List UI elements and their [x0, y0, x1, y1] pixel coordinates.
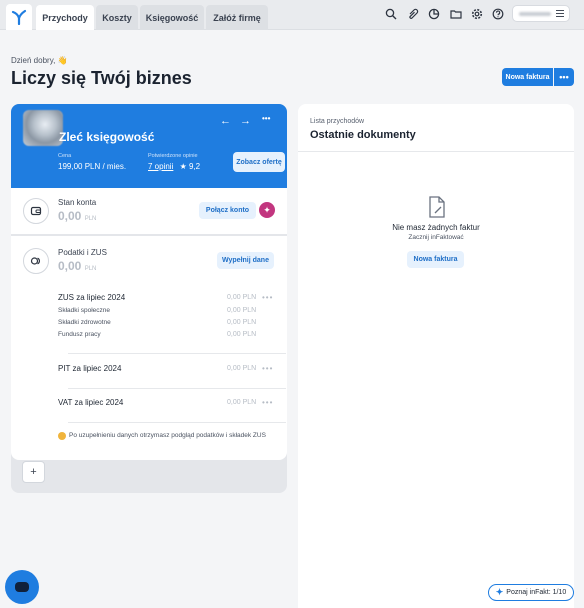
zus-item-health: Składki zdrowotne	[58, 319, 111, 326]
fill-data-button[interactable]: Wypełnij dane	[217, 252, 274, 269]
opinions-link[interactable]: 7 opinii	[148, 162, 173, 171]
accounting-promo-card: Zleć księgowość ← → ••• Cena 199,00 PLN …	[11, 104, 287, 188]
zus-row-amount: 0,00 PLN	[227, 294, 257, 301]
connect-account-button[interactable]: Połącz konto	[199, 202, 256, 219]
add-widget-button[interactable]: +	[22, 461, 45, 483]
paperclip-icon[interactable]	[407, 8, 419, 20]
more-actions-button[interactable]: •••	[554, 68, 574, 86]
divider	[68, 422, 286, 423]
sparkle-icon: ✦	[495, 587, 504, 597]
recent-documents-card: Lista przychodów Ostatnie dokumenty Nie …	[298, 104, 574, 608]
recent-documents-title: Ostatnie dokumenty	[310, 129, 416, 141]
wallet-icon	[23, 198, 49, 224]
tab-koszty[interactable]: Koszty	[96, 5, 138, 30]
see-offer-button[interactable]: Zobacz ofertę	[233, 152, 285, 172]
zus-item-social-amount: 0,00 PLN	[227, 307, 257, 314]
search-icon[interactable]	[385, 8, 397, 20]
opinions-value: 7 opinii ★ 9,2	[148, 162, 200, 171]
pit-row-more-icon[interactable]: •••	[262, 364, 273, 373]
zus-item-labor-fund: Fundusz pracy	[58, 331, 101, 338]
pit-row-title[interactable]: PIT za lipiec 2024	[58, 364, 121, 373]
empty-state-subtitle: Zacznij inFaktować	[408, 234, 464, 241]
settings-icon[interactable]	[471, 8, 483, 20]
rating: ★ 9,2	[179, 162, 201, 171]
chart-icon[interactable]	[428, 8, 440, 20]
tab-zaloz-firme[interactable]: Załóż firmę	[206, 5, 268, 30]
new-invoice-button[interactable]: Nowa faktura	[502, 68, 553, 86]
taxes-amount: 0,00 PLN	[58, 259, 97, 273]
logo[interactable]	[6, 4, 32, 30]
promo-more-icon[interactable]: •••	[262, 114, 270, 123]
account-balance-card: Stan konta 0,00 PLN Połącz konto ✦	[11, 188, 287, 234]
zus-row-more-icon[interactable]: •••	[262, 293, 273, 302]
user-name-blurred	[519, 12, 551, 16]
empty-state-title: Nie masz żadnych faktur	[392, 223, 480, 232]
price-label: Cena	[58, 153, 72, 159]
vat-row-amount: 0,00 PLN	[227, 399, 257, 406]
sparkle-icon[interactable]: ✦	[259, 202, 275, 218]
infakt-logo-icon	[11, 9, 27, 25]
chat-button[interactable]	[5, 570, 39, 604]
promo-image	[23, 110, 63, 146]
price-value: 199,00 PLN / mies.	[58, 162, 127, 171]
taxes-card: Podatki i ZUS 0,00 PLN Wypełnij dane ZUS…	[11, 236, 287, 460]
top-bar: Przychody Koszty Księgowość Załóż firmę	[0, 0, 584, 30]
hamburger-icon	[556, 10, 564, 19]
taxes-note: Po uzupełnieniu danych otrzymasz podgląd…	[69, 432, 266, 439]
page-title: Liczy się Twój biznes	[11, 68, 192, 88]
zus-item-labor-fund-amount: 0,00 PLN	[227, 331, 257, 338]
folder-icon[interactable]	[450, 8, 462, 20]
vat-row-more-icon[interactable]: •••	[262, 398, 273, 407]
help-icon[interactable]	[492, 8, 504, 20]
arrow-right-icon[interactable]: →	[240, 115, 251, 127]
vat-row-title[interactable]: VAT za lipiec 2024	[58, 398, 123, 407]
coins-icon	[23, 248, 49, 274]
greeting: Dzień dobry, 👋	[11, 56, 68, 65]
divider	[68, 388, 286, 389]
document-icon	[429, 196, 445, 218]
opinions-label: Potwierdzone opinie	[148, 153, 198, 159]
pit-row-amount: 0,00 PLN	[227, 365, 257, 372]
chat-icon	[15, 582, 29, 592]
zus-row-title[interactable]: ZUS za lipiec 2024	[58, 293, 125, 302]
zus-item-health-amount: 0,00 PLN	[227, 319, 257, 326]
divider	[298, 151, 574, 152]
taxes-label: Podatki i ZUS	[58, 248, 107, 257]
tour-label: Poznaj inFakt: 1/10	[506, 589, 567, 596]
account-amount: 0,00 PLN	[58, 209, 97, 223]
account-label: Stan konta	[58, 198, 97, 207]
promo-title: Zleć księgowość	[59, 130, 155, 144]
product-tour-button[interactable]: ✦ Poznaj inFakt: 1/10	[488, 584, 574, 601]
user-menu[interactable]	[512, 5, 570, 22]
tab-przychody[interactable]: Przychody	[36, 5, 94, 30]
zus-item-social: Składki społeczne	[58, 307, 111, 314]
new-invoice-empty-button[interactable]: Nowa faktura	[407, 251, 464, 268]
divider	[68, 353, 286, 354]
tab-ksiegowosc[interactable]: Księgowość	[140, 5, 204, 30]
income-list-label: Lista przychodów	[310, 118, 365, 125]
info-icon	[58, 432, 66, 440]
arrow-left-icon[interactable]: ←	[220, 115, 231, 127]
